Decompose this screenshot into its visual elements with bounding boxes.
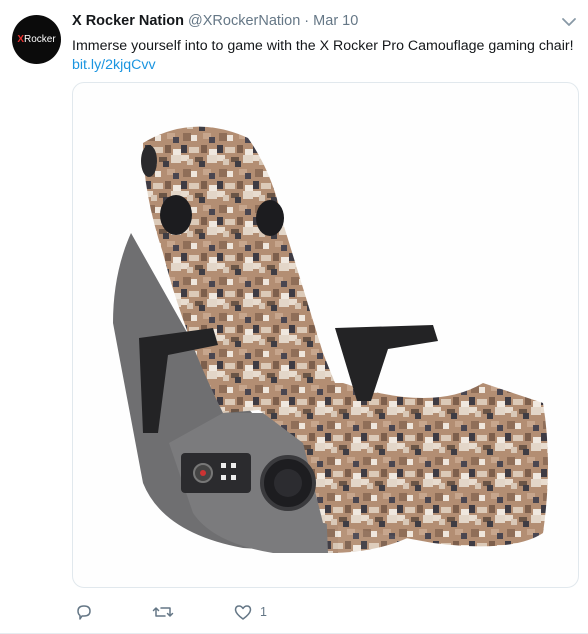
tweet-actions: 1 (72, 600, 577, 626)
tweet-header: X Rocker Nation @XRockerNation · Mar 10 (72, 13, 358, 29)
reply-button[interactable] (75, 600, 93, 624)
avatar-logo: XRocker (17, 34, 56, 45)
media-image[interactable] (72, 82, 579, 588)
like-button[interactable]: 1 (234, 600, 267, 624)
header-separator: · (304, 13, 310, 29)
camouflage-gaming-chair-image (113, 126, 548, 553)
author-handle[interactable]: @XRockerNation (188, 13, 300, 29)
avatar[interactable]: XRocker (12, 15, 61, 64)
chevron-down-icon[interactable] (561, 15, 577, 29)
retweet-icon (152, 607, 174, 617)
retweet-button[interactable] (152, 600, 174, 624)
author-name[interactable]: X Rocker Nation (72, 13, 184, 29)
tweet-date[interactable]: Mar 10 (313, 13, 358, 29)
heart-icon (234, 604, 252, 620)
reply-icon (77, 605, 91, 620)
tweet-link[interactable]: bit.ly/2kjqCvv (72, 55, 156, 75)
like-count: 1 (260, 605, 267, 619)
tweet-text: Immerse yourself into to game with the X… (72, 38, 574, 54)
tweet-card[interactable]: XRocker X Rocker Nation @XRockerNation ·… (0, 0, 588, 634)
